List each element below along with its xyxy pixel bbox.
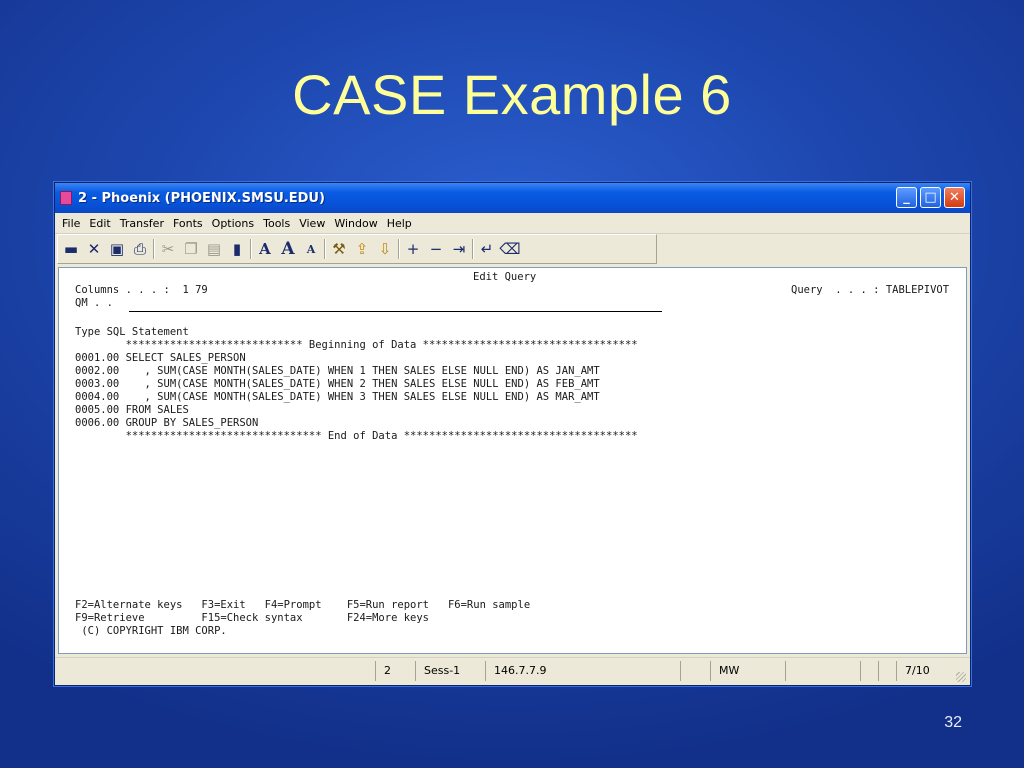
page-number: 32 <box>944 714 962 731</box>
disconnect-icon[interactable]: ✕ <box>84 239 104 259</box>
close-button[interactable]: ✕ <box>944 187 965 208</box>
session-name: Sess-1 <box>415 661 485 681</box>
type-sql-label: Type SQL Statement <box>75 326 189 338</box>
font-smaller-icon[interactable]: A <box>301 239 321 259</box>
minus-icon[interactable]: − <box>426 239 446 259</box>
sql-line[interactable]: 0005.00 FROM SALES <box>75 404 189 417</box>
send-file-icon[interactable]: ⇪ <box>352 239 372 259</box>
window-title: 2 - Phoenix (PHOENIX.SMSU.EDU) <box>78 190 325 206</box>
copyright-line: (C) COPYRIGHT IBM CORP. <box>75 625 227 637</box>
query-name-line: Query . . . : TABLEPIVOT <box>791 284 950 296</box>
sql-line[interactable]: 0002.00 , SUM(CASE MONTH(SALES_DATE) WHE… <box>75 365 600 378</box>
font-icon[interactable]: A <box>255 239 275 259</box>
session-number: 2 <box>375 661 415 681</box>
mode-indicator: MW <box>710 661 785 681</box>
tab-icon[interactable]: ⇥ <box>449 239 469 259</box>
receive-file-icon[interactable]: ⇩ <box>375 239 395 259</box>
window-titlebar[interactable]: 2 - Phoenix (PHOENIX.SMSU.EDU) _ □ ✕ <box>55 183 970 213</box>
function-keys-line-2: F9=Retrieve F15=Check syntax F24=More ke… <box>75 612 430 624</box>
toolbar-separator <box>250 239 252 259</box>
connect-icon[interactable]: ▬ <box>61 239 81 259</box>
status-cell <box>878 661 896 681</box>
menu-view[interactable]: View <box>299 217 325 230</box>
terminal-window: 2 - Phoenix (PHOENIX.SMSU.EDU) _ □ ✕ Fil… <box>54 182 971 686</box>
status-cell <box>680 661 710 681</box>
paste-icon[interactable]: ▤ <box>204 239 224 259</box>
sql-line[interactable]: 0006.00 GROUP BY SALES_PERSON <box>75 417 258 430</box>
status-cell <box>785 661 860 681</box>
qm-input-field[interactable] <box>129 311 662 312</box>
menu-fonts[interactable]: Fonts <box>173 217 203 230</box>
host-ip: 146.7.7.9 <box>485 661 680 681</box>
erase-icon[interactable]: ⌫ <box>499 239 520 259</box>
tools-icon[interactable]: ⚒ <box>329 239 349 259</box>
cut-icon[interactable]: ✂ <box>158 239 178 259</box>
function-keys-line-1: F2=Alternate keys F3=Exit F4=Prompt F5=R… <box>75 599 531 611</box>
screen-header: Edit Query <box>473 271 537 283</box>
toolbar-separator <box>472 239 474 259</box>
app-icon[interactable] <box>60 191 72 205</box>
toolbar-separator <box>324 239 326 259</box>
toolbar-separator <box>398 239 400 259</box>
menu-transfer[interactable]: Transfer <box>120 217 164 230</box>
terminal-screen[interactable]: Edit Query Columns . . . : 1 79 Query . … <box>58 267 967 654</box>
sql-line[interactable]: 0003.00 , SUM(CASE MONTH(SALES_DATE) WHE… <box>75 378 600 391</box>
enter-icon[interactable]: ↵ <box>477 239 497 259</box>
sql-line[interactable]: 0004.00 , SUM(CASE MONTH(SALES_DATE) WHE… <box>75 391 600 404</box>
slide-title: CASE Example 6 <box>292 63 732 126</box>
qm-label: QM . . <box>75 297 113 309</box>
menu-window[interactable]: Window <box>334 217 377 230</box>
sql-line[interactable]: 0001.00 SELECT SALES_PERSON <box>75 352 246 365</box>
menu-tools[interactable]: Tools <box>263 217 290 230</box>
menu-bar: File Edit Transfer Fonts Options Tools V… <box>55 213 970 234</box>
status-bar: 2 Sess-1 146.7.7.9 MW 7/10 <box>55 657 970 685</box>
toolbar: ▬ ✕ ▣ ⎙ ✂ ❐ ▤ ▮ A A A ⚒ ⇪ ⇩ + − ⇥ ↵ ⌫ <box>57 234 657 264</box>
copy-icon[interactable]: ❐ <box>181 239 201 259</box>
minimize-button[interactable]: _ <box>896 187 917 208</box>
beginning-of-data: **************************** Beginning o… <box>75 339 638 351</box>
menu-options[interactable]: Options <box>212 217 254 230</box>
lock-icon[interactable]: ▮ <box>227 239 247 259</box>
status-cell <box>860 661 878 681</box>
maximize-button[interactable]: □ <box>920 187 941 208</box>
end-of-data: ******************************* End of D… <box>75 430 638 442</box>
columns-line: Columns . . . : 1 79 <box>75 284 208 296</box>
menu-help[interactable]: Help <box>387 217 412 230</box>
plus-icon[interactable]: + <box>403 239 423 259</box>
cursor-position: 7/10 <box>896 661 956 681</box>
font-larger-icon[interactable]: A <box>278 239 298 259</box>
print-icon[interactable]: ⎙ <box>130 239 150 259</box>
toolbar-separator <box>153 239 155 259</box>
menu-edit[interactable]: Edit <box>89 217 110 230</box>
menu-file[interactable]: File <box>62 217 80 230</box>
save-icon[interactable]: ▣ <box>107 239 127 259</box>
resize-grip[interactable] <box>956 672 966 682</box>
